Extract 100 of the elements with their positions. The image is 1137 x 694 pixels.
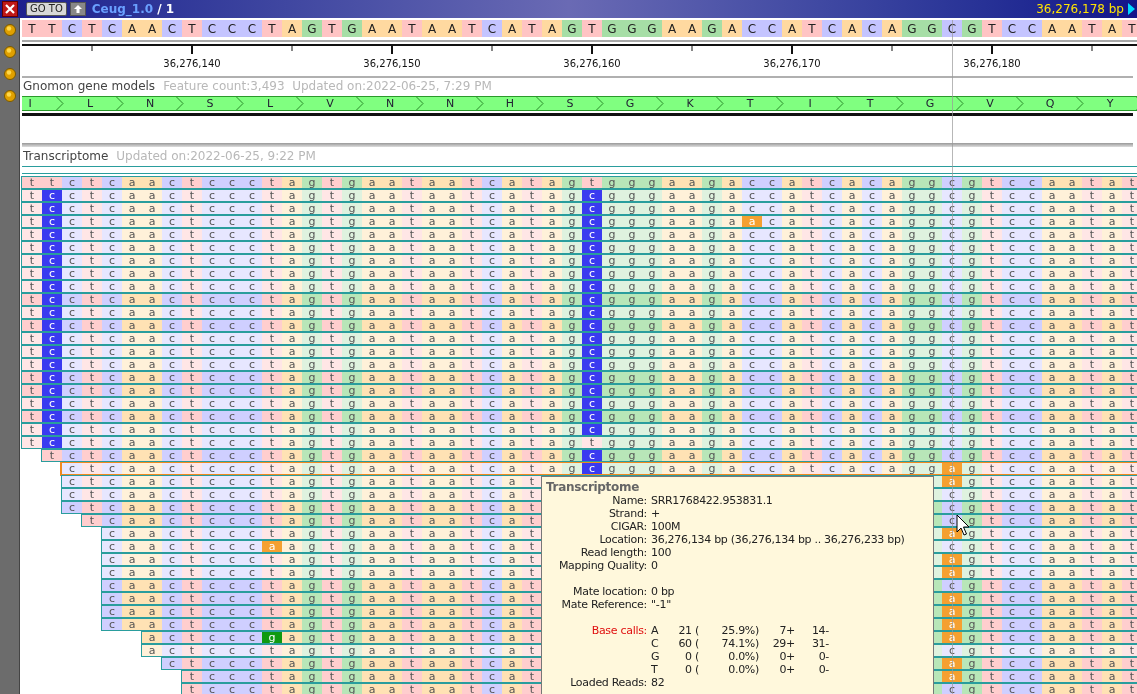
base-run: g g g a a g a c c a t c a c a g g c g t c c a a t a t bbox=[602, 411, 1137, 422]
base-run: a c t c c c t a g t g a a t a a t c a t bbox=[142, 645, 542, 656]
base-run: c t c a a c t c c c t a g t g a a t a a t c a t a g bbox=[62, 281, 582, 292]
mismatch-base: c bbox=[582, 190, 602, 201]
mismatch-base: c bbox=[582, 450, 602, 461]
base-run: c t c a a c t c c c t a g t g a a t a a t c a t bbox=[62, 502, 542, 513]
amino-acid-letter: H bbox=[505, 98, 515, 109]
field-label: CIGAR: bbox=[609, 520, 647, 533]
amino-acid-letter: I bbox=[808, 98, 812, 109]
mismatch-base: c bbox=[582, 281, 602, 292]
base-run: t bbox=[22, 372, 42, 383]
base-run: g t c c a a t a t bbox=[962, 463, 1137, 474]
ruler-label: 36,276,160 bbox=[563, 57, 621, 71]
mismatch-base: c bbox=[582, 307, 602, 318]
base-run: c t c a a c t c c c t a g t g a a t a a t c a t bbox=[62, 476, 542, 487]
base-call-value: 0.0%) bbox=[727, 663, 759, 676]
field-label: Loaded Reads: bbox=[569, 676, 647, 689]
base-call-value: G bbox=[651, 650, 661, 663]
amino-acid-letter: L bbox=[86, 98, 94, 109]
mismatch-base: g bbox=[262, 632, 282, 643]
mismatch-base: c bbox=[582, 333, 602, 344]
base-calls-label: Base calls: bbox=[590, 624, 647, 637]
mismatch-base: a bbox=[942, 476, 962, 487]
amino-acid-letter: G bbox=[625, 98, 635, 109]
mismatch-base: a bbox=[942, 671, 962, 682]
base-run: c a a c t c c c t a g t g a a t a a t c a t bbox=[102, 554, 542, 565]
base-run: g g g a a g a bbox=[602, 216, 742, 227]
amino-acid-letter: V bbox=[326, 98, 334, 109]
base-run: c t c a a c t c c c t a g t g a a t a a t c a t a g t g g g a a g a c c a t c a c a g g c g t c c a a t a t bbox=[62, 437, 1137, 448]
popup-title: Transcriptome bbox=[546, 480, 641, 494]
base-run: t bbox=[22, 294, 42, 305]
base-run: t bbox=[22, 255, 42, 266]
base-run: g t c c a a t a t bbox=[962, 567, 1137, 578]
base-run: t bbox=[22, 385, 42, 396]
base-call-value: 0.0%) bbox=[727, 650, 759, 663]
ruler-label: 36,276,140 bbox=[163, 57, 221, 71]
field-value: 0 bbox=[651, 559, 658, 572]
track-name: Transcriptome bbox=[23, 148, 109, 165]
base-run: c t c a a c t c c c t a g t g a a t a a t c a t a g bbox=[62, 424, 582, 435]
field-label: Mapping Quality: bbox=[557, 559, 647, 572]
amino-acid-letter: N bbox=[445, 98, 455, 109]
base-run: c t c a a c t c c c t a g t g a a t a a t c a t a g bbox=[62, 385, 582, 396]
mismatch-base: c bbox=[42, 398, 62, 409]
mismatch-base: c bbox=[42, 190, 62, 201]
mismatch-base: c bbox=[42, 255, 62, 266]
mismatch-base: c bbox=[42, 372, 62, 383]
base-call-value: 0 ( bbox=[684, 663, 699, 676]
base-run: t bbox=[22, 333, 42, 344]
base-run: c g t c c a a t a t bbox=[942, 515, 1137, 526]
mismatch-base: c bbox=[582, 216, 602, 227]
base-run: c t c a a c t c c c t a g t g a a t a a t c a t a g bbox=[62, 333, 582, 344]
sequence-title: Ceug_1.0 bbox=[91, 1, 154, 18]
field-value: 0 bp bbox=[651, 585, 675, 598]
amino-acid-letter: S bbox=[566, 98, 574, 109]
mismatch-base: a bbox=[942, 606, 962, 617]
field-value: SRR1768422.953831.1 bbox=[651, 494, 773, 507]
field-value: + bbox=[651, 507, 660, 520]
field-value: 100M bbox=[651, 520, 681, 533]
base-call-value: 74.1%) bbox=[720, 637, 759, 650]
base-call-value: 0 ( bbox=[684, 650, 699, 663]
amino-acid-letter: N bbox=[385, 98, 395, 109]
base-run: t bbox=[22, 307, 42, 318]
mismatch-base: c bbox=[42, 268, 62, 279]
base-run: t c a a c t c c c t a g t g a a t a a t c a t bbox=[82, 515, 542, 526]
base-call-value: 14- bbox=[810, 624, 829, 637]
base-run: c t c a a c t c c c t a g t g a a t a a t c a t a g bbox=[62, 268, 582, 279]
mismatch-base: c bbox=[582, 294, 602, 305]
ruler-label: 36,276,170 bbox=[763, 57, 821, 71]
base-run: t bbox=[22, 216, 42, 227]
base-run: t bbox=[22, 398, 42, 409]
base-call-value: 0+ bbox=[778, 663, 795, 676]
base-run: g g g a a g a c c a t c a c a g g c g t c c a a t a t bbox=[602, 359, 1137, 370]
base-run: g t c c a a t a t bbox=[962, 554, 1137, 565]
track-name: Gnomon gene models bbox=[23, 78, 156, 95]
field-label: Name: bbox=[611, 494, 647, 507]
base-run: t bbox=[22, 359, 42, 370]
base-run: c t c a a c t c c c t a g t g a a t a a t c a t bbox=[62, 489, 542, 500]
base-run: g g g a a g a c c a t c a c a g g c g t c c a a t a t bbox=[602, 450, 1137, 461]
base-call-value: 0+ bbox=[778, 650, 795, 663]
base-run: g t c c a a t a t bbox=[962, 476, 1137, 487]
mismatch-base: c bbox=[582, 346, 602, 357]
base-run: c a a c t c c c t a g t g a a t a a t c a t bbox=[102, 606, 542, 617]
base-call-value: 7+ bbox=[778, 624, 795, 637]
base-run: c t c a a c t c c c t a g t g a a t a a t c a t a g bbox=[62, 372, 582, 383]
base-run: c t c a a c t c c c t a g t g a a t a a t c a t a g bbox=[62, 398, 582, 409]
mismatch-base: c bbox=[42, 307, 62, 318]
base-run: c a a c t c c c t a g t g a a t a a t c a t bbox=[102, 567, 542, 578]
base-run: c t c a a c t c c c t a g t g a a t a a t c a t a g bbox=[62, 294, 582, 305]
base-run: g t c c a a t a t bbox=[962, 606, 1137, 617]
base-run: a g t g a a t a a t c a t bbox=[282, 632, 542, 643]
base-run: c t c a a c t c c c t a g t g a a t a a t c a t a g bbox=[62, 346, 582, 357]
base-call-value: 31- bbox=[810, 637, 829, 650]
field-value: 82 bbox=[651, 676, 665, 689]
base-run: g g g a a g a c c a t c a c a g g c g t c c a a t a t bbox=[602, 190, 1137, 201]
base-run: g g g a a g a c c a t c a c a g g bbox=[602, 463, 942, 474]
mismatch-base: a bbox=[942, 567, 962, 578]
mismatch-base: c bbox=[582, 385, 602, 396]
mismatch-base: c bbox=[42, 424, 62, 435]
base-run: c t c a a c t c c c t a g t g a a t a a t c a t a g bbox=[62, 229, 582, 240]
base-run: g g g a a g a c c a t c a c a g g c g t c c a a t a t bbox=[602, 268, 1137, 279]
